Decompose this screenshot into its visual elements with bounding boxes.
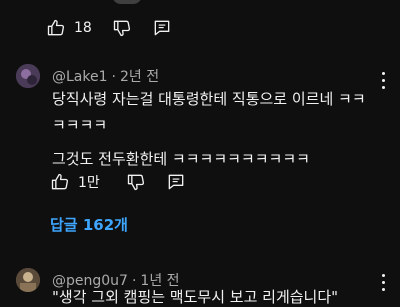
comment-actions: 1만 bbox=[50, 170, 186, 194]
more-vert-icon[interactable] bbox=[382, 72, 386, 90]
avatar[interactable] bbox=[16, 64, 40, 88]
comment-icon[interactable] bbox=[166, 172, 186, 192]
like-count: 1만 bbox=[78, 175, 100, 191]
comment-text: 당직사령 자는걸 대통령한테 직통으로 이르네 ㅋㅋ ㅋㅋㅋㅋ 그것도 전두환한… bbox=[52, 86, 366, 172]
top-comment-actions: 18 bbox=[46, 16, 172, 40]
comment-author-line: @Lake1 · 2년 전 bbox=[52, 69, 160, 85]
thumbs-down-icon[interactable] bbox=[112, 18, 132, 38]
view-replies-button[interactable]: 답글 162개 bbox=[50, 214, 128, 235]
comment-text-line: 그것도 전두환한테 ㅋㅋㅋㅋㅋㅋㅋㅋㅋㅋ bbox=[52, 150, 310, 168]
comment-time: 2년 전 bbox=[119, 69, 160, 85]
partial-chip bbox=[112, 0, 142, 4]
comment-text-line: ㅋㅋㅋㅋ bbox=[52, 116, 108, 134]
thumbs-down-icon[interactable] bbox=[126, 172, 146, 192]
thumbs-up-icon[interactable] bbox=[46, 18, 66, 38]
thumbs-up-icon[interactable] bbox=[50, 172, 70, 192]
like-count: 18 bbox=[74, 20, 92, 36]
comment-icon[interactable] bbox=[152, 18, 172, 38]
more-vert-icon[interactable] bbox=[382, 274, 386, 292]
comment-text-line: "생각 그외 캠핑는 맥도무시 보고 리게습니다" bbox=[52, 288, 339, 306]
avatar[interactable] bbox=[16, 268, 40, 292]
author-name[interactable]: @Lake1 bbox=[52, 69, 108, 85]
comment-text-line: 당직사령 자는걸 대통령한테 직통으로 이르네 ㅋㅋ bbox=[52, 90, 366, 108]
